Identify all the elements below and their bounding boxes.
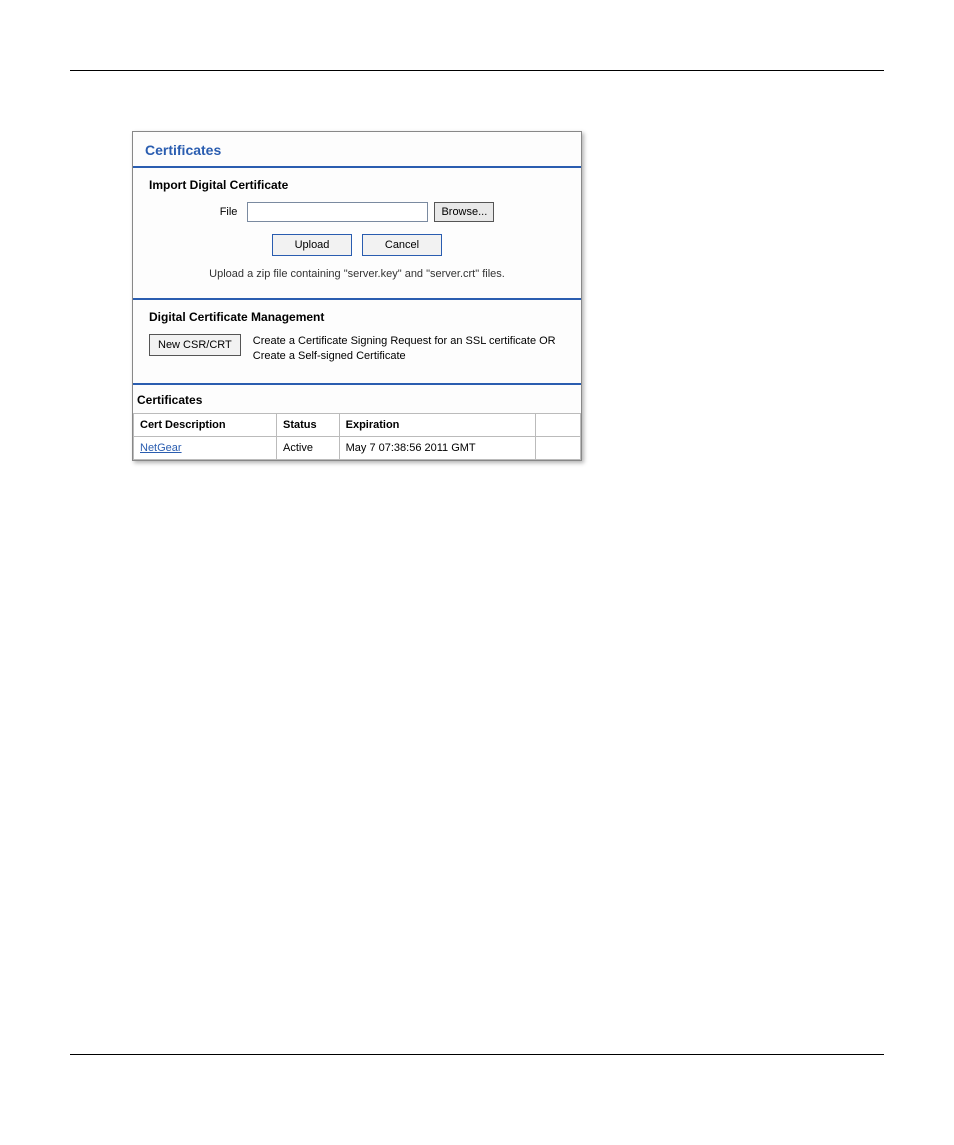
new-csr-button[interactable]: New CSR/CRT bbox=[149, 334, 241, 356]
col-header-expiration: Expiration bbox=[339, 413, 536, 436]
file-input[interactable] bbox=[247, 202, 428, 222]
file-label: File bbox=[220, 206, 238, 218]
management-description: Create a Certificate Signing Request for… bbox=[253, 334, 565, 365]
cell-description: NetGear bbox=[134, 436, 277, 459]
col-header-actions bbox=[536, 413, 581, 436]
certificates-panel: Certificates Import Digital Certificate … bbox=[132, 131, 582, 461]
col-header-status: Status bbox=[277, 413, 340, 436]
cell-expiration: May 7 07:38:56 2011 GMT bbox=[339, 436, 536, 459]
cell-actions bbox=[536, 436, 581, 459]
browse-button[interactable]: Browse... bbox=[434, 202, 494, 222]
top-rule bbox=[70, 70, 884, 71]
button-row: Upload Cancel bbox=[149, 234, 565, 256]
col-header-description: Cert Description bbox=[134, 413, 277, 436]
certificates-table: Cert Description Status Expiration NetGe… bbox=[133, 413, 581, 460]
import-heading: Import Digital Certificate bbox=[149, 178, 565, 192]
cell-status: Active bbox=[277, 436, 340, 459]
management-row: New CSR/CRT Create a Certificate Signing… bbox=[149, 334, 565, 365]
table-row: NetGear Active May 7 07:38:56 2011 GMT bbox=[134, 436, 581, 459]
table-header-row: Cert Description Status Expiration bbox=[134, 413, 581, 436]
import-section: Import Digital Certificate File Browse..… bbox=[133, 168, 581, 294]
upload-button[interactable]: Upload bbox=[272, 234, 352, 256]
certificates-heading: Certificates bbox=[133, 385, 581, 413]
panel-title: Certificates bbox=[133, 132, 581, 162]
certificate-link[interactable]: NetGear bbox=[140, 442, 182, 454]
file-row: File Browse... bbox=[149, 202, 565, 222]
cancel-button[interactable]: Cancel bbox=[362, 234, 442, 256]
management-section: Digital Certificate Management New CSR/C… bbox=[133, 300, 581, 379]
upload-hint: Upload a zip file containing "server.key… bbox=[149, 268, 565, 280]
management-heading: Digital Certificate Management bbox=[149, 310, 565, 324]
bottom-rule bbox=[70, 1054, 884, 1055]
